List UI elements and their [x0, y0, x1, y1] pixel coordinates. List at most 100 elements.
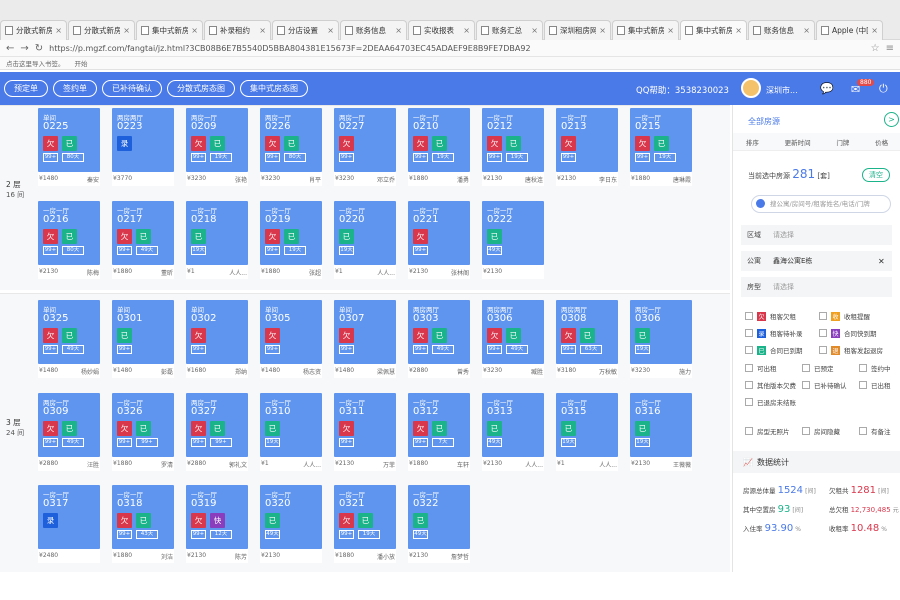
room-card[interactable]: 单间 0225 欠已 99+ 80天 ¥1480 秦安: [38, 108, 100, 186]
bookmark-start[interactable]: 开始: [75, 58, 88, 68]
reload-icon[interactable]: ↻: [35, 43, 43, 54]
browser-tab[interactable]: 实收报表 ×: [408, 20, 475, 40]
close-icon[interactable]: ×: [123, 26, 130, 35]
room-card[interactable]: 一房一厅 0315 已 19天 ¥1 人人...: [556, 393, 618, 471]
checkbox[interactable]: [745, 346, 753, 354]
browser-tab[interactable]: 账务信息 ×: [340, 20, 407, 40]
close-icon[interactable]: ×: [803, 26, 810, 35]
room-card[interactable]: 一房一厅 0320 已 49天 ¥2130: [260, 485, 322, 563]
filter-value[interactable]: 请选择: [773, 282, 878, 292]
filter-row[interactable]: 房型 请选择: [741, 277, 892, 297]
room-card[interactable]: 两房一厅 0209 欠已 99+ 19天 ¥3230 张艳: [186, 108, 248, 186]
room-card[interactable]: 一房一厅 0310 已 19天 ¥1 人人...: [260, 393, 322, 471]
close-icon[interactable]: ×: [395, 26, 402, 35]
room-card[interactable]: 一房一厅 0322 已 49天 ¥2130 詹梦哲: [408, 485, 470, 563]
tag-filter[interactable]: 退租客发起退房: [819, 345, 883, 355]
close-icon[interactable]: ✕: [878, 257, 892, 266]
room-card[interactable]: 单间 0302 欠 99+ ¥1680 郑纳: [186, 300, 248, 378]
contract-button[interactable]: 签约单: [53, 80, 97, 97]
browser-tab[interactable]: 账务信息 ×: [748, 20, 815, 40]
state-filter[interactable]: 签约中: [859, 363, 891, 373]
chat-icon[interactable]: 💬: [820, 82, 834, 95]
close-icon[interactable]: ×: [191, 26, 198, 35]
filter-value[interactable]: 请选择: [773, 230, 878, 240]
checkbox[interactable]: [859, 427, 867, 435]
room-card[interactable]: 两房一厅 0306 已 19天 ¥3230 施力: [630, 300, 692, 378]
checkbox[interactable]: [745, 312, 753, 320]
power-icon[interactable]: ⏻: [879, 82, 888, 96]
room-card[interactable]: 一房一厅 0215 欠已 99+ 19天 ¥1880 唐琳霞: [630, 108, 692, 186]
bookmark-import[interactable]: 点击这里导入书签。: [6, 58, 65, 68]
misc-filter[interactable]: 有备注: [859, 426, 891, 436]
browser-tab[interactable]: 分散式新房 ×: [68, 20, 135, 40]
browser-tab[interactable]: 深圳租房网 ×: [544, 20, 611, 40]
room-card[interactable]: 一房一厅 0213 欠 99+ ¥2130 李日东: [556, 108, 618, 186]
arrow-right-icon[interactable]: >: [884, 112, 899, 127]
room-card[interactable]: 单间 0325 欠已 99+ 49天 ¥1480 杨妙娟: [38, 300, 100, 378]
filter-row[interactable]: 公寓 鑫海公寓E栋 ✕: [741, 251, 892, 271]
browser-tab[interactable]: 补录租约 ×: [204, 20, 271, 40]
room-card[interactable]: 两房一厅 0227 欠 99+ ¥3230 邓立乔: [334, 108, 396, 186]
search-input[interactable]: 搜公寓/房间号/租客姓名/电话/门牌: [751, 195, 891, 213]
room-card[interactable]: 两房两厅 0308 欠已 99+ 63天 ¥3180 万秋敏: [556, 300, 618, 378]
room-card[interactable]: 两房一厅 0327 欠已 99+ 99+ ¥2880 郭礼文: [186, 393, 248, 471]
close-icon[interactable]: ×: [327, 26, 334, 35]
room-card[interactable]: 一房一厅 0319 欠快 99+ 12天 ¥2130 陈芳: [186, 485, 248, 563]
room-card[interactable]: 一房一厅 0216 欠已 99+ 80天 ¥2130 陈梅: [38, 201, 100, 279]
checkbox[interactable]: [859, 381, 867, 389]
room-card[interactable]: 两房两厅 0223 录 ¥3770: [112, 108, 174, 186]
room-card[interactable]: 一房一厅 0313 已 49天 ¥2130 人人...: [482, 393, 544, 471]
checkbox[interactable]: [745, 329, 753, 337]
room-card[interactable]: 一房一厅 0218 已 19天 ¥1 人人...: [186, 201, 248, 279]
filter-row[interactable]: 区域 请选择: [741, 225, 892, 245]
avatar[interactable]: [741, 78, 761, 98]
room-card[interactable]: 一房一厅 0318 欠已 99+ 43天 ¥1880 刘洁: [112, 485, 174, 563]
room-card[interactable]: 一房一厅 0219 欠已 99+ 19天 ¥1880 张超: [260, 201, 322, 279]
room-card[interactable]: 两房两厅 0303 欠已 99+ 49天 ¥2880 曾秀: [408, 300, 470, 378]
state-filter[interactable]: 已补待确认: [802, 380, 847, 390]
tag-filter[interactable]: 收收租提醒: [819, 311, 870, 321]
misc-filter[interactable]: 房间隐藏: [802, 426, 840, 436]
tag-filter[interactable]: 欠租客欠租: [745, 311, 796, 321]
room-card[interactable]: 单间 0305 欠 99+ ¥1480 杨志资: [260, 300, 322, 378]
sort-update-time[interactable]: 更新时间: [785, 137, 811, 147]
room-card[interactable]: 两房两厅 0306 欠已 99+ 49天 ¥3230 臧胜: [482, 300, 544, 378]
close-icon[interactable]: ×: [735, 26, 742, 35]
browser-tab[interactable]: 分散式新房 ×: [0, 20, 67, 40]
state-filter[interactable]: 已出租: [859, 380, 891, 390]
clear-button[interactable]: 清空: [862, 168, 890, 182]
browser-tab[interactable]: 集中式新房 ×: [136, 20, 203, 40]
browser-tab[interactable]: 分店设置 ×: [272, 20, 339, 40]
filter-value[interactable]: 鑫海公寓E栋: [773, 256, 878, 266]
close-icon[interactable]: ×: [667, 26, 674, 35]
checkbox[interactable]: [859, 364, 867, 372]
room-card[interactable]: 一房一厅 0316 已 19天 ¥2130 王薇薇: [630, 393, 692, 471]
browser-tab[interactable]: Apple (中国)×: [816, 20, 883, 40]
close-icon[interactable]: ×: [871, 26, 878, 35]
room-card[interactable]: 一房一厅 0221 欠 99+ ¥2130 张林阁: [408, 201, 470, 279]
tag-filter[interactable]: 录租客待补录: [745, 328, 803, 338]
close-icon[interactable]: ×: [259, 26, 266, 35]
close-icon[interactable]: ×: [531, 26, 538, 35]
checkbox[interactable]: [819, 346, 827, 354]
close-icon[interactable]: ×: [463, 26, 470, 35]
url-text[interactable]: https://p.mgzf.com/fangtai/jz.html?3CB08…: [49, 44, 864, 53]
centralized-room-map-button[interactable]: 集中式房态图: [240, 80, 308, 97]
room-card[interactable]: 两房一厅 0309 欠已 99+ 49天 ¥2880 汪胜: [38, 393, 100, 471]
distributed-room-map-button[interactable]: 分散式房态图: [167, 80, 235, 97]
room-card[interactable]: 一房一厅 0311 欠 99+ ¥2130 万菲: [334, 393, 396, 471]
checkbox[interactable]: [745, 381, 753, 389]
state-filter[interactable]: 已预定: [802, 363, 834, 373]
room-card[interactable]: 一房一厅 0312 欠已 99+ 7天 ¥1880 车轩: [408, 393, 470, 471]
tag-filter[interactable]: 已合同已到期: [745, 345, 803, 355]
room-card[interactable]: 单间 0307 欠 99+ ¥1480 梁佩慧: [334, 300, 396, 378]
checkbox[interactable]: [745, 398, 753, 406]
forward-icon[interactable]: →: [20, 43, 28, 54]
room-card[interactable]: 单间 0301 已 99+ ¥1480 彭磊: [112, 300, 174, 378]
sort-price[interactable]: 价格: [875, 137, 888, 147]
tag-filter[interactable]: 快合同快到期: [819, 328, 877, 338]
sort-door[interactable]: 门牌: [836, 137, 849, 147]
room-card[interactable]: 一房一厅 0326 欠已 99+ 99+ ¥1880 罗清: [112, 393, 174, 471]
state-filter[interactable]: 其他版本欠费: [745, 380, 796, 390]
browser-tab[interactable]: 集中式新房 ×: [680, 20, 747, 40]
